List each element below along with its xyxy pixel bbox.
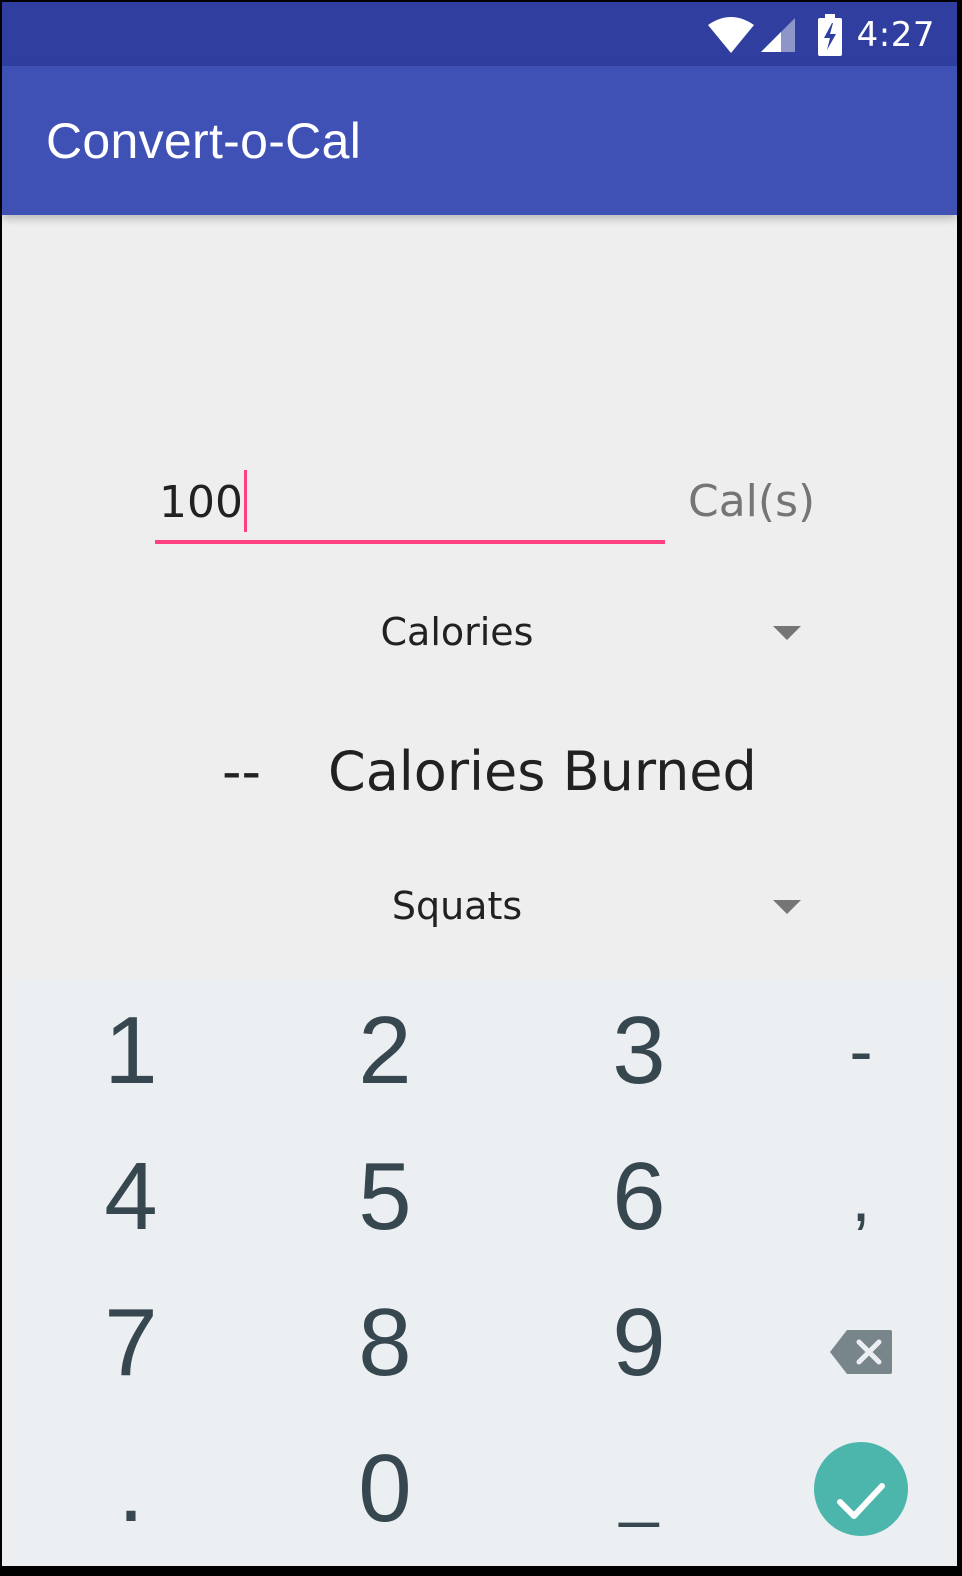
cell-signal-icon	[759, 16, 797, 54]
done-button[interactable]	[814, 1442, 908, 1536]
key-5[interactable]: 5	[266, 1124, 504, 1270]
exercise-spinner-label: Squats	[391, 884, 523, 928]
unit-label: Cal(s)	[688, 476, 816, 527]
backspace-key[interactable]	[742, 1270, 957, 1416]
key-underscore[interactable]: _	[520, 1416, 758, 1562]
exercise-spinner[interactable]: Squats	[302, 872, 812, 944]
key-minus[interactable]: -	[742, 978, 957, 1124]
status-bar: 4:27	[2, 2, 957, 66]
status-time: 4:27	[856, 15, 935, 55]
result-label: Calories Burned	[328, 740, 757, 803]
key-6[interactable]: 6	[520, 1124, 758, 1270]
key-comma[interactable]: ,	[742, 1124, 957, 1270]
status-icons: 4:27	[707, 12, 935, 58]
key-0[interactable]: 0	[266, 1416, 504, 1562]
dropdown-arrow-icon	[773, 900, 801, 914]
key-1[interactable]: 1	[12, 978, 250, 1124]
key-2[interactable]: 2	[266, 978, 504, 1124]
app-title: Convert-o-Cal	[46, 113, 362, 169]
amount-input[interactable]: 100	[155, 460, 665, 544]
amount-input-underline	[155, 540, 665, 544]
app-bar: Convert-o-Cal	[2, 66, 957, 215]
wifi-icon	[707, 16, 755, 54]
amount-input-value[interactable]: 100	[159, 470, 247, 536]
backspace-icon	[829, 1288, 893, 1398]
app-screen: 4:27 Convert-o-Cal 100 Cal(s) Calories -…	[2, 2, 957, 1566]
key-9[interactable]: 9	[520, 1270, 758, 1416]
dropdown-arrow-icon	[773, 626, 801, 640]
key-3[interactable]: 3	[520, 978, 758, 1124]
done-check-icon	[836, 1434, 886, 1544]
amount-input-text: 100	[159, 477, 243, 528]
key-4[interactable]: 4	[12, 1124, 250, 1270]
from-unit-spinner-label: Calories	[380, 610, 534, 654]
numeric-keypad: 1 2 3 - 4 5 6 , 7 8 9 . 0 _	[2, 978, 957, 1566]
result-value: --	[222, 740, 261, 803]
key-8[interactable]: 8	[266, 1270, 504, 1416]
battery-charging-icon	[817, 14, 843, 56]
key-decimal[interactable]: .	[12, 1416, 250, 1562]
key-7[interactable]: 7	[12, 1270, 250, 1416]
done-key[interactable]	[742, 1416, 957, 1562]
text-cursor	[243, 470, 247, 532]
from-unit-spinner[interactable]: Calories	[302, 598, 812, 670]
